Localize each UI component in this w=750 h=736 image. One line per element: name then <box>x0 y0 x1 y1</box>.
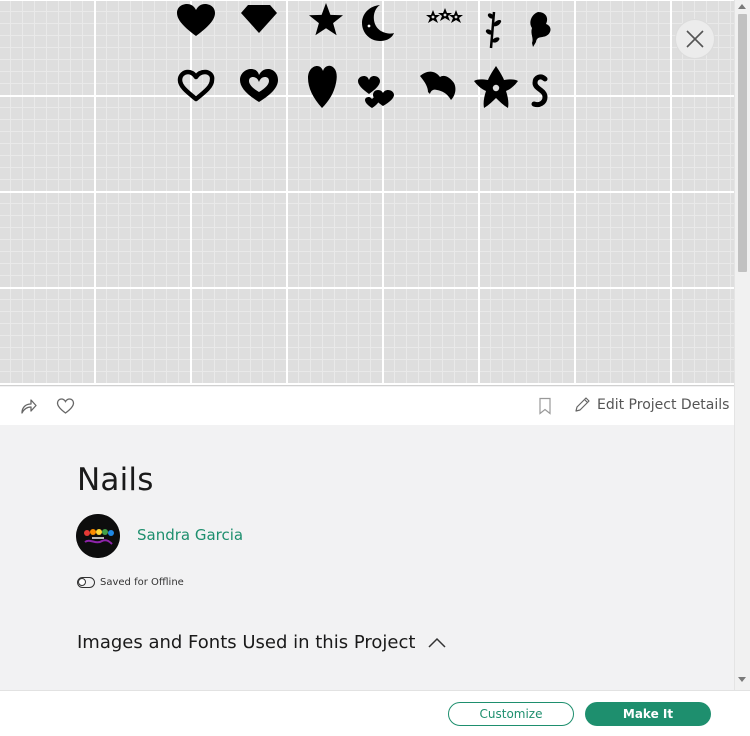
share-icon <box>21 399 37 414</box>
heart-outline-icon <box>177 69 215 102</box>
diamond-icon <box>241 5 277 33</box>
edit-project-details-label: Edit Project Details <box>597 396 730 413</box>
favorite-button[interactable] <box>56 397 75 419</box>
make-it-button[interactable]: Make It <box>585 702 711 726</box>
bookmark-icon <box>539 397 551 415</box>
share-button[interactable] <box>20 397 38 419</box>
star-icon <box>309 3 343 36</box>
images-fonts-heading: Images and Fonts Used in this Project <box>77 632 416 653</box>
heart-icon <box>177 4 215 36</box>
bookmark-button[interactable] <box>538 397 552 419</box>
chevron-up-icon <box>428 637 446 648</box>
leaf-icon <box>485 11 502 49</box>
edit-project-details-button[interactable]: Edit Project Details <box>574 396 729 413</box>
heart-tall-icon <box>308 65 337 108</box>
stars-icon <box>426 8 463 23</box>
project-canvas-preview <box>0 0 734 386</box>
close-button[interactable] <box>676 20 714 58</box>
customize-button[interactable]: Customize <box>448 702 574 726</box>
scrollbar-thumb[interactable] <box>738 14 747 272</box>
scroll-down-arrow[interactable] <box>738 677 746 682</box>
heart-outline-bold-icon <box>240 69 278 102</box>
swirl-icon <box>531 74 548 108</box>
avatar-image <box>76 514 120 558</box>
moon-icon <box>362 5 394 41</box>
scroll-up-arrow[interactable] <box>738 4 746 9</box>
avatar[interactable] <box>76 514 120 558</box>
author-link[interactable]: Sandra Garcia <box>137 526 243 544</box>
butterfly-icon <box>530 12 551 47</box>
project-action-bar: Edit Project Details <box>0 387 734 425</box>
page-scrollbar[interactable] <box>734 0 750 690</box>
saved-offline-row: Saved for Offline <box>77 577 184 588</box>
bird-icon <box>420 71 456 100</box>
saved-offline-toggle[interactable] <box>77 577 95 588</box>
saved-offline-label: Saved for Offline <box>100 577 184 588</box>
heart-outline-icon <box>56 398 75 414</box>
hearts-icon <box>358 76 394 108</box>
close-icon <box>686 30 704 48</box>
footer-bar: Customize Make It <box>0 690 750 736</box>
pencil-icon <box>575 397 590 412</box>
images-fonts-section-toggle[interactable]: Images and Fonts Used in this Project <box>77 632 447 653</box>
page-title: Nails <box>77 462 154 498</box>
canvas-shapes <box>177 3 551 108</box>
flower-icon <box>474 66 518 108</box>
